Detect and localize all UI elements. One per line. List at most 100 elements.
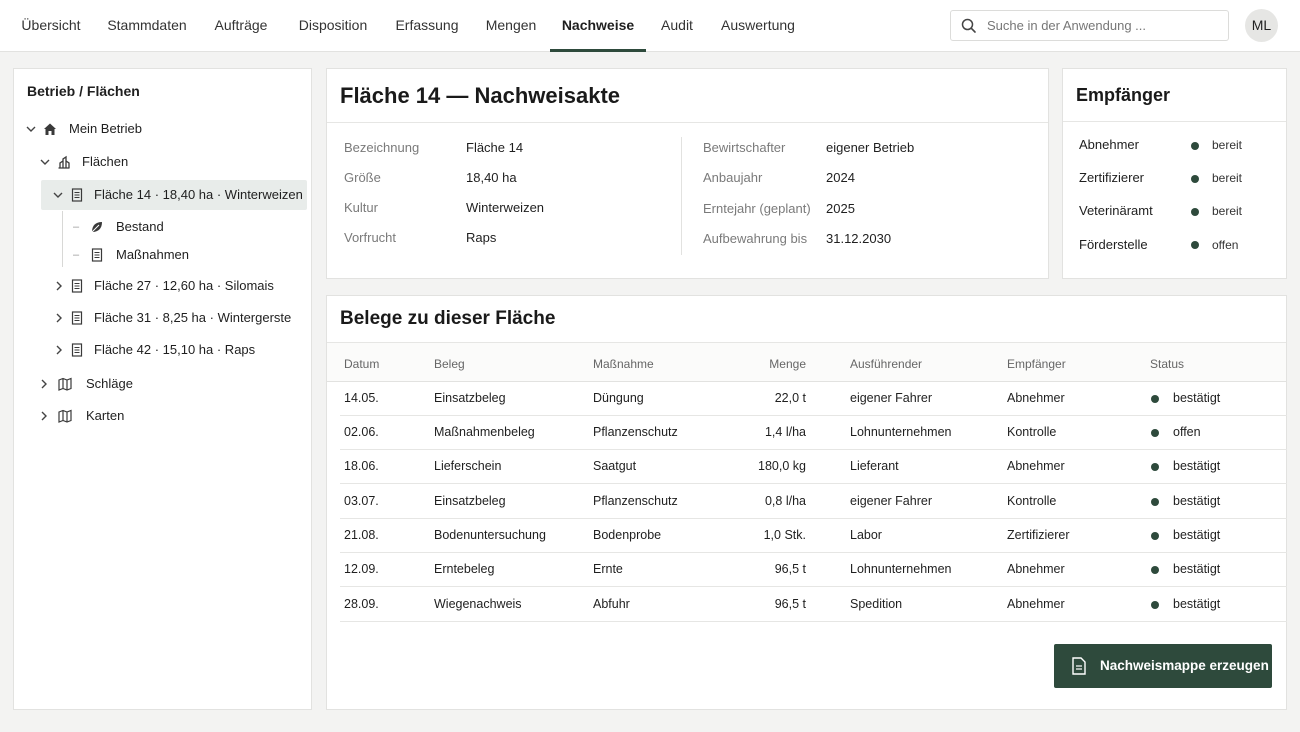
field-label: Bezeichnung bbox=[344, 140, 420, 155]
cell-massnahme: Pflanzenschutz bbox=[593, 425, 678, 439]
cell-massnahme: Saatgut bbox=[593, 459, 637, 473]
tree-node-label: Fläche 14 · 18,40 ha · Winterweizen bbox=[94, 187, 303, 202]
chevron-down-icon[interactable] bbox=[51, 188, 65, 202]
tree-node-mein-betrieb[interactable]: Mein Betrieb bbox=[22, 114, 302, 144]
status-dot bbox=[1191, 142, 1199, 150]
cell-datum: 18.06. bbox=[344, 459, 379, 473]
chevron-right-icon[interactable] bbox=[52, 279, 66, 293]
create-nachweismappe-button[interactable]: Nachweismappe erzeugen bbox=[1054, 644, 1272, 688]
tab-disposition[interactable]: Disposition bbox=[292, 0, 374, 52]
cell-empfaenger: Kontrolle bbox=[1007, 494, 1057, 508]
create-button-label: Nachweismappe erzeugen bbox=[1100, 658, 1269, 673]
status-dot bbox=[1151, 429, 1159, 437]
column-header-status[interactable]: Status bbox=[1150, 357, 1184, 371]
tree-node-label: Fläche 31 · 8,25 ha · Wintergerste bbox=[94, 310, 292, 325]
chevron-down-icon[interactable] bbox=[38, 155, 52, 169]
cell-ausfuehrender: Lohnunternehmen bbox=[850, 562, 952, 576]
column-header-massnahme[interactable]: Maßnahme bbox=[593, 357, 654, 371]
tree-node-flaeche-31[interactable]: Fläche 31 · 8,25 ha · Wintergerste bbox=[51, 303, 306, 333]
tree-node-label: Bestand bbox=[116, 219, 164, 234]
field-label: Anbaujahr bbox=[703, 170, 763, 185]
cell-beleg: Bodenuntersuchung bbox=[434, 528, 546, 542]
column-header-ausfuehrender[interactable]: Ausführender bbox=[850, 357, 922, 371]
search-input[interactable] bbox=[987, 11, 1223, 40]
table-row[interactable]: 12.09. Erntebeleg Ernte 96,5 t Lohnunternehm… bbox=[340, 553, 1287, 587]
field-label: Aufbewahrung bis bbox=[703, 231, 808, 246]
status-dot bbox=[1151, 566, 1159, 574]
table-row[interactable]: 14.05. Einsatzbeleg Düngung 22,0 t eigener F… bbox=[340, 382, 1287, 416]
leaf-icon bbox=[91, 222, 102, 233]
tree-node-flaeche-27[interactable]: Fläche 27 · 12,60 ha · Silomais bbox=[51, 271, 306, 301]
cell-menge: 1,4 l/ha bbox=[764, 425, 806, 439]
cell-menge: 0,8 l/ha bbox=[764, 494, 806, 508]
cell-status: bestätigt bbox=[1173, 562, 1221, 576]
tree-node-label: Karten bbox=[86, 408, 125, 423]
column-header-menge[interactable]: Menge bbox=[746, 357, 806, 371]
cell-massnahme: Pflanzenschutz bbox=[593, 494, 678, 508]
recipient-status: bereit bbox=[1212, 171, 1243, 185]
cell-beleg: Erntebeleg bbox=[434, 562, 495, 576]
recipient-name: Zertifizierer bbox=[1079, 170, 1145, 185]
tab-uebersicht[interactable]: Übersicht bbox=[16, 0, 86, 52]
tree-node-flaeche-42[interactable]: Fläche 42 · 15,10 ha · Raps bbox=[51, 335, 306, 365]
table-row[interactable]: 18.06. Lieferschein Saatgut 180,0 kg Liefera… bbox=[340, 450, 1287, 484]
cell-beleg: Lieferschein bbox=[434, 459, 502, 473]
tab-stammdaten[interactable]: Stammdaten bbox=[104, 0, 190, 52]
cell-ausfuehrender: Spedition bbox=[850, 597, 903, 611]
cell-datum: 28.09. bbox=[344, 597, 379, 611]
field-value: eigener Betrieb bbox=[826, 140, 915, 155]
status-dot bbox=[1151, 601, 1159, 609]
chevron-down-icon[interactable] bbox=[24, 122, 38, 136]
cell-empfaenger: Kontrolle bbox=[1007, 425, 1057, 439]
table-row[interactable]: 02.06. Maßnahmenbeleg Pflanzenschutz 1,4 l/… bbox=[340, 416, 1287, 450]
chevron-right-icon[interactable] bbox=[37, 409, 51, 423]
tab-audit[interactable]: Audit bbox=[654, 0, 700, 52]
tree-node-karten[interactable]: Karten bbox=[36, 401, 302, 431]
tree-node-massnahmen[interactable]: – Maßnahmen bbox=[70, 240, 300, 270]
tree-node-flaechen[interactable]: Flächen bbox=[36, 147, 302, 177]
cell-ausfuehrender: eigener Fahrer bbox=[850, 391, 932, 405]
cell-ausfuehrender: eigener Fahrer bbox=[850, 494, 932, 508]
column-header-beleg[interactable]: Beleg bbox=[434, 357, 465, 371]
tab-nachweise[interactable]: Nachweise bbox=[550, 0, 646, 52]
field-label: Größe bbox=[344, 170, 381, 185]
document-icon bbox=[1072, 657, 1086, 675]
table-row[interactable]: 21.08. Bodenuntersuchung Bodenprobe 1,0 Stk… bbox=[340, 519, 1287, 553]
tree-node-flaeche-14-selected[interactable]: Fläche 14 · 18,40 ha · Winterweizen bbox=[41, 180, 307, 210]
tree-node-label: Maßnahmen bbox=[116, 247, 189, 262]
tab-auswertung[interactable]: Auswertung bbox=[716, 0, 800, 52]
recipient-name: Veterinäramt bbox=[1079, 203, 1153, 218]
nachweisakte-panel: Fläche 14 — Nachweisakte Bezeichnung Flä… bbox=[326, 68, 1049, 279]
table-row[interactable]: 03.07. Einsatzbeleg Pflanzenschutz 0,8 l/ha… bbox=[340, 485, 1287, 519]
cell-menge: 96,5 t bbox=[774, 597, 806, 611]
cell-ausfuehrender: Lohnunternehmen bbox=[850, 425, 952, 439]
status-dot bbox=[1191, 175, 1199, 183]
table-row[interactable]: 28.09. Wiegenachweis Abfuhr 96,5 t Spedition… bbox=[340, 588, 1287, 622]
field-value: 2025 bbox=[826, 201, 855, 216]
tab-auftraege[interactable]: Aufträge bbox=[208, 0, 274, 52]
status-dot bbox=[1191, 208, 1199, 216]
recipient-status: bereit bbox=[1212, 138, 1243, 152]
tab-mengen[interactable]: Mengen bbox=[480, 0, 542, 52]
column-header-empfaenger[interactable]: Empfänger bbox=[1007, 357, 1066, 371]
field-value: Raps bbox=[466, 230, 497, 245]
cell-status: offen bbox=[1173, 425, 1201, 439]
chevron-right-icon[interactable] bbox=[52, 311, 66, 325]
tab-erfassung[interactable]: Erfassung bbox=[390, 0, 464, 52]
document-icon bbox=[91, 248, 103, 262]
tree-node-schlaege[interactable]: Schläge bbox=[36, 369, 302, 399]
cell-massnahme: Bodenprobe bbox=[593, 528, 662, 542]
chevron-right-icon[interactable] bbox=[52, 343, 66, 357]
field-value: Fläche 14 bbox=[466, 140, 524, 155]
column-header-datum[interactable]: Datum bbox=[344, 357, 379, 371]
tree-node-bestand[interactable]: – Bestand bbox=[70, 212, 300, 242]
empfaenger-panel: Empfänger Abnehmer bereit Zertifizierer … bbox=[1062, 68, 1287, 279]
cell-status: bestätigt bbox=[1173, 528, 1221, 542]
chevron-right-icon[interactable] bbox=[37, 377, 51, 391]
home-icon bbox=[44, 123, 56, 135]
cell-datum: 12.09. bbox=[344, 562, 379, 576]
cell-beleg: Einsatzbeleg bbox=[434, 391, 506, 405]
recipient-name: Förderstelle bbox=[1079, 237, 1148, 252]
cell-beleg: Einsatzbeleg bbox=[434, 494, 506, 508]
user-avatar[interactable]: ML bbox=[1245, 9, 1278, 42]
